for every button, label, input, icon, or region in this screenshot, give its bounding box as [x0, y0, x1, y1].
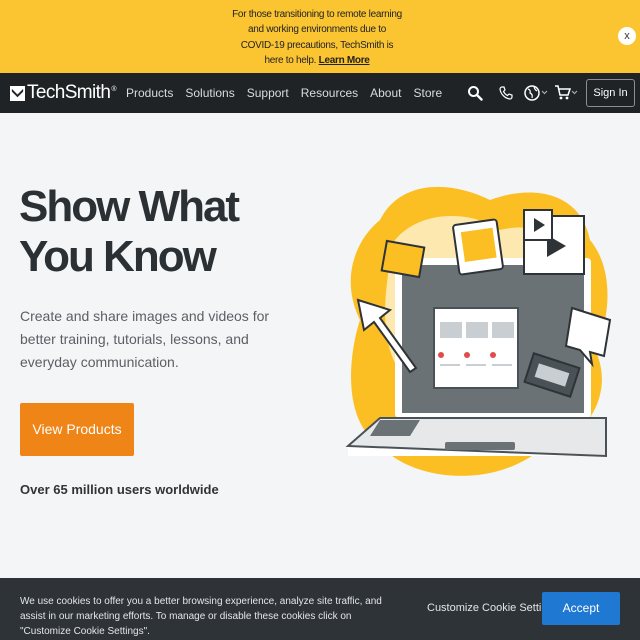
- cookie-consent-bar: We use cookies to offer you a better bro…: [0, 578, 640, 640]
- banner-message: For those transitioning to remote learni…: [232, 7, 402, 68]
- screen-document-icon: [433, 307, 519, 389]
- sign-in-button[interactable]: Sign In: [586, 79, 635, 107]
- techsmith-logo[interactable]: TechSmith ®: [10, 82, 116, 103]
- brand-name: TechSmith: [27, 82, 111, 103]
- main-navigation: TechSmith ® Products Solutions Support Re…: [0, 73, 640, 113]
- banner-close-button[interactable]: x: [618, 27, 636, 45]
- nav-item-support[interactable]: Support: [247, 86, 289, 100]
- search-icon[interactable]: [467, 83, 483, 103]
- hero-subtitle: Create and share images and videos for b…: [20, 308, 270, 370]
- learn-more-link[interactable]: Learn More: [319, 55, 370, 66]
- camera-icon: [380, 239, 426, 279]
- nav-item-solutions[interactable]: Solutions: [185, 86, 234, 100]
- phone-icon[interactable]: [498, 83, 514, 103]
- laptop-illustration: [345, 186, 612, 476]
- nav-item-about[interactable]: About: [370, 86, 401, 100]
- announcement-banner: For those transitioning to remote learni…: [0, 0, 640, 73]
- globe-icon[interactable]: [524, 83, 548, 103]
- nav-item-products[interactable]: Products: [126, 86, 173, 100]
- registered-mark: ®: [111, 85, 116, 93]
- hero-title: Show What You Know: [19, 182, 279, 282]
- banner-text: For those transitioning to remote learni…: [232, 9, 402, 66]
- cookie-notice-text: We use cookies to offer you a better bro…: [20, 596, 382, 637]
- play-video-icon: [523, 209, 585, 275]
- nav-links: Products Solutions Support Resources Abo…: [126, 73, 454, 113]
- accept-cookies-button[interactable]: Accept: [542, 592, 620, 625]
- view-products-button[interactable]: View Products: [20, 403, 134, 456]
- picture-card-icon: [452, 218, 504, 276]
- users-count-text: Over 65 million users worldwide: [20, 482, 219, 497]
- techsmith-logo-mark-icon: [10, 85, 25, 101]
- hero-title-line-2: You Know: [19, 232, 217, 281]
- customize-cookie-settings-button[interactable]: Customize Cookie Settings: [427, 602, 559, 614]
- hero-title-line-1: Show What: [19, 182, 240, 231]
- nav-item-resources[interactable]: Resources: [301, 86, 358, 100]
- cart-icon[interactable]: [554, 83, 578, 103]
- nav-item-store[interactable]: Store: [413, 86, 442, 100]
